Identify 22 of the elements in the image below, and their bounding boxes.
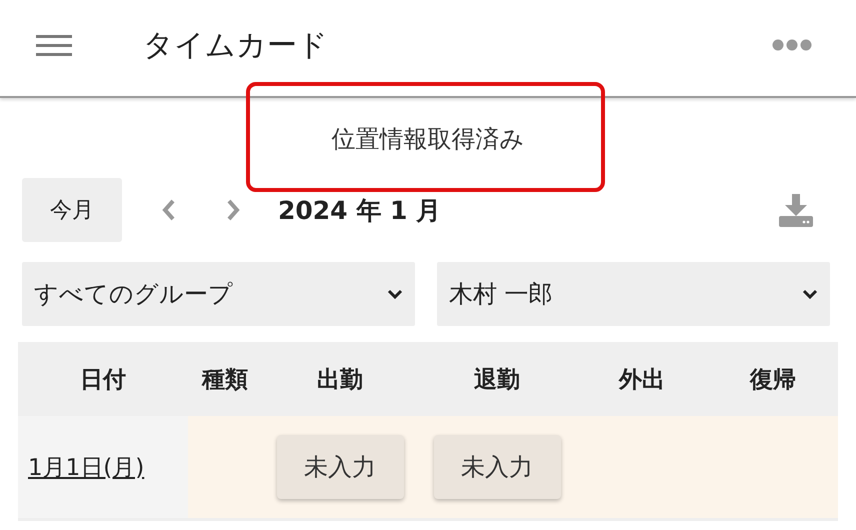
group-select[interactable]: すべてのグループ (22, 262, 415, 326)
location-status: 位置情報取得済み (332, 124, 524, 155)
clock-out-button[interactable]: 未入力 (434, 435, 560, 499)
column-header: 退勤 (473, 366, 521, 394)
previous-icon[interactable] (162, 199, 176, 221)
date-link[interactable]: 1月1日(月) (28, 452, 144, 482)
page-title: タイムカード (143, 26, 329, 64)
column-header: 外出 (618, 366, 666, 394)
employee-select[interactable]: 木村 一郎 (437, 262, 830, 326)
download-icon[interactable] (778, 192, 814, 228)
this-month-button[interactable]: 今月 (22, 178, 122, 242)
menu-icon[interactable] (36, 33, 72, 57)
column-header: 復帰 (748, 366, 797, 394)
column-header: 種類 (200, 366, 249, 394)
column-header: 日付 (79, 366, 127, 394)
more-icon[interactable] (772, 39, 812, 51)
column-header: 出勤 (316, 366, 364, 394)
clock-in-button[interactable]: 未入力 (276, 435, 404, 499)
next-icon[interactable] (226, 199, 240, 221)
chevron-down-icon (802, 289, 818, 299)
period-label: 2024 年 1 月 (278, 194, 442, 226)
chevron-down-icon (387, 289, 403, 299)
